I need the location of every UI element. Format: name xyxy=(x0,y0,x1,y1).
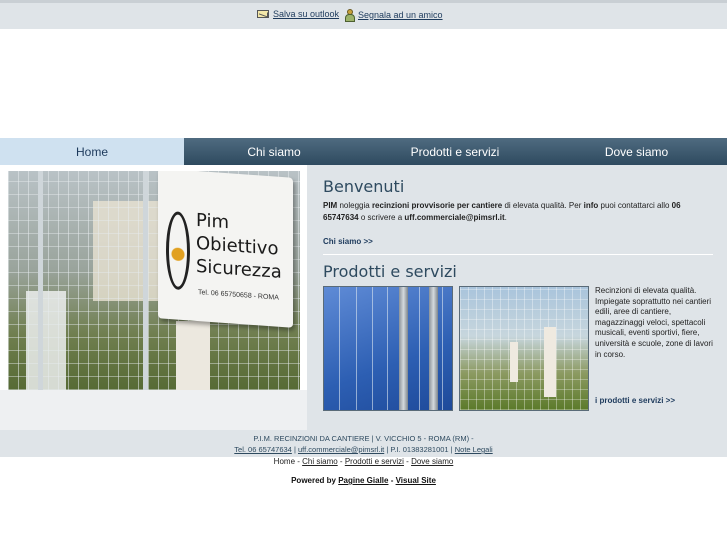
footer-tel-link[interactable]: Tel. 06 65747634 xyxy=(234,445,292,454)
footer-email-link[interactable]: uff.commerciale@pimsrl.it xyxy=(298,445,384,454)
bottom-nav-home[interactable]: Home xyxy=(274,457,295,466)
bottom-nav-dove-siamo[interactable]: Dove siamo xyxy=(411,457,453,466)
footer-piva: | P.I. 01383281001 | xyxy=(384,445,455,454)
stone-column xyxy=(544,327,556,397)
footer-line-1: P.I.M. RECINZIONI DA CANTIERE | V. VICCH… xyxy=(253,434,474,443)
envelope-icon xyxy=(257,10,269,18)
product-photo-1 xyxy=(323,286,453,411)
products-description: Recinzioni di elevata qualità. Impiegate… xyxy=(595,286,713,359)
products-title: Prodotti e servizi xyxy=(323,262,457,281)
hero-fence-pole xyxy=(38,171,43,390)
fence-wire xyxy=(356,287,357,410)
welcome-text: PIM noleggia recinzioni provvisorie per … xyxy=(323,200,703,224)
hero-stone-post xyxy=(176,321,210,390)
welcome-title: Benvenuti xyxy=(323,177,405,196)
sign-phone: Tel. 06 65750658 - ROMA xyxy=(198,289,279,302)
stone-column xyxy=(510,342,518,382)
welcome-email: uff.commerciale@pimsrl.it xyxy=(404,213,505,222)
bottom-nav-prodotti[interactable]: Prodotti e servizi xyxy=(345,457,404,466)
welcome-text-part: o scrivere a xyxy=(358,213,405,222)
nav-item-prodotti[interactable]: Prodotti e servizi xyxy=(364,138,546,165)
left-spacer xyxy=(0,390,307,430)
sign-line-3: Sicurezza xyxy=(196,255,282,283)
hero-sign: Pim Obiettivo Sicurezza Tel. 06 65750658… xyxy=(158,171,293,328)
section-divider xyxy=(323,254,713,255)
pagine-gialle-link[interactable]: Pagine Gialle xyxy=(338,476,388,485)
footer: P.I.M. RECINZIONI DA CANTIERE | V. VICCH… xyxy=(0,430,727,457)
fence-mesh xyxy=(460,287,588,410)
fence-wire xyxy=(387,287,388,410)
chi-siamo-link[interactable]: Chi siamo >> xyxy=(323,237,373,246)
fence-wire xyxy=(372,287,373,410)
main-nav: Home Chi siamo Prodotti e servizi Dove s… xyxy=(0,138,727,165)
hero-photo: Pim Obiettivo Sicurezza Tel. 06 65750658… xyxy=(8,171,300,390)
products-link[interactable]: i prodotti e servizi >> xyxy=(595,396,675,405)
powered-label: Powered by xyxy=(291,476,339,485)
powered-separator: - xyxy=(388,476,396,485)
fence-bar xyxy=(399,287,408,410)
visual-site-link[interactable]: Visual Site xyxy=(396,476,436,485)
hero-fence-pole xyxy=(143,171,148,390)
welcome-text-part: di elevata qualità. Per xyxy=(502,201,584,210)
powered-by: Powered by Pagine Gialle - Visual Site xyxy=(0,476,727,485)
nav-item-chi-siamo[interactable]: Chi siamo xyxy=(184,138,364,165)
sign-logo-icon xyxy=(166,210,190,291)
bottom-nav-separator: - xyxy=(403,457,412,466)
tell-friend-link[interactable]: Segnala ad un amico xyxy=(344,9,443,22)
fence-wire xyxy=(442,287,443,410)
bottom-nav-separator: - xyxy=(337,457,345,466)
bottom-nav-chi-siamo[interactable]: Chi siamo xyxy=(302,457,338,466)
content-panel: Benvenuti PIM noleggia recinzioni provvi… xyxy=(307,165,727,430)
welcome-info: info xyxy=(583,201,599,210)
fence-bar xyxy=(429,287,438,410)
fence-wire xyxy=(419,287,420,410)
save-outlook-link[interactable]: Salva su outlook xyxy=(257,9,339,19)
sign-text: Pim Obiettivo Sicurezza xyxy=(196,209,282,284)
person-icon xyxy=(344,9,355,22)
footer-legal-link[interactable]: Note Legali xyxy=(455,445,493,454)
welcome-text-part: . xyxy=(504,213,507,222)
footer-line-2: Tel. 06 65747634 | uff.commerciale@pimsr… xyxy=(0,444,727,455)
welcome-text-part: noleggia xyxy=(337,201,372,210)
nav-item-dove-siamo[interactable]: Dove siamo xyxy=(546,138,727,165)
welcome-brand: PIM xyxy=(323,201,338,210)
welcome-highlight: recinzioni provvisorie per cantiere xyxy=(371,201,503,210)
fence-wire xyxy=(339,287,340,410)
tell-friend-label: Segnala ad un amico xyxy=(358,9,443,20)
welcome-text-part: puoi contattarci allo xyxy=(598,201,672,210)
nav-item-home[interactable]: Home xyxy=(0,138,184,165)
bottom-nav: Home - Chi siamo - Prodotti e servizi - … xyxy=(0,457,727,466)
product-photo-2 xyxy=(459,286,589,411)
save-outlook-label: Salva su outlook xyxy=(273,9,340,19)
top-toolbar: Salva su outlook Segnala ad un amico xyxy=(0,0,727,29)
